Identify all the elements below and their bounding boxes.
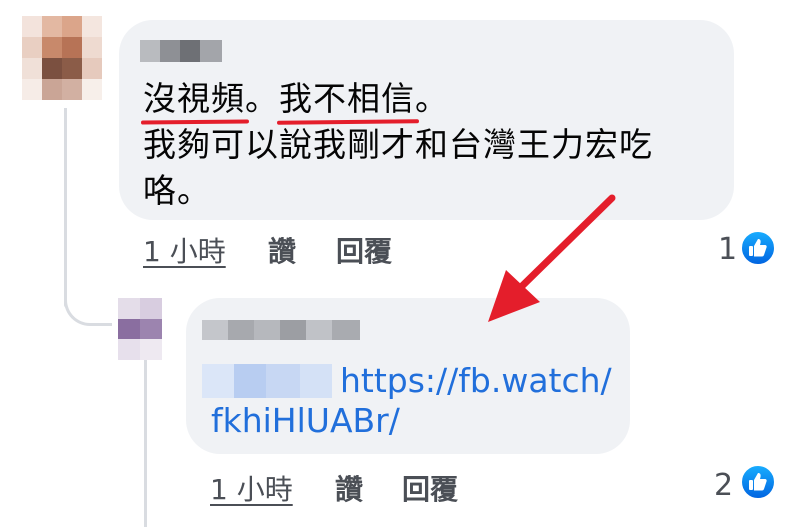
timestamp-link[interactable]: 1 小時	[143, 230, 226, 270]
comment-line-1: 沒視頻。我不相信。	[143, 79, 449, 118]
avatar[interactable]	[118, 298, 162, 360]
thread-line-curve	[64, 270, 112, 326]
avatar[interactable]	[22, 16, 102, 100]
like-icon[interactable]	[740, 230, 776, 266]
author-name[interactable]	[202, 320, 360, 340]
video-link[interactable]: fkhiHlUABr/	[211, 400, 400, 442]
video-link[interactable]: https://fb.watch/	[340, 360, 612, 402]
like-button[interactable]: 讚	[268, 230, 296, 270]
blurred-link-prefix	[202, 364, 332, 398]
reply-button[interactable]: 回覆	[336, 230, 392, 270]
highlighted-text: 我不相信	[279, 79, 415, 118]
comment-line-2: 我夠可以說我剛才和台灣王力宏吃	[143, 125, 653, 164]
red-arrow-annotation	[488, 194, 616, 322]
highlighted-text: 沒視頻	[143, 79, 245, 118]
timestamp-link[interactable]: 1 小時	[210, 468, 293, 508]
reaction-count[interactable]: 1	[718, 232, 737, 267]
author-name[interactable]	[140, 40, 222, 62]
reaction-count[interactable]: 2	[714, 468, 733, 503]
like-button[interactable]: 讚	[335, 468, 363, 508]
reply-button[interactable]: 回覆	[402, 468, 458, 508]
like-icon[interactable]	[740, 464, 776, 500]
thread-line-reply	[144, 360, 147, 527]
